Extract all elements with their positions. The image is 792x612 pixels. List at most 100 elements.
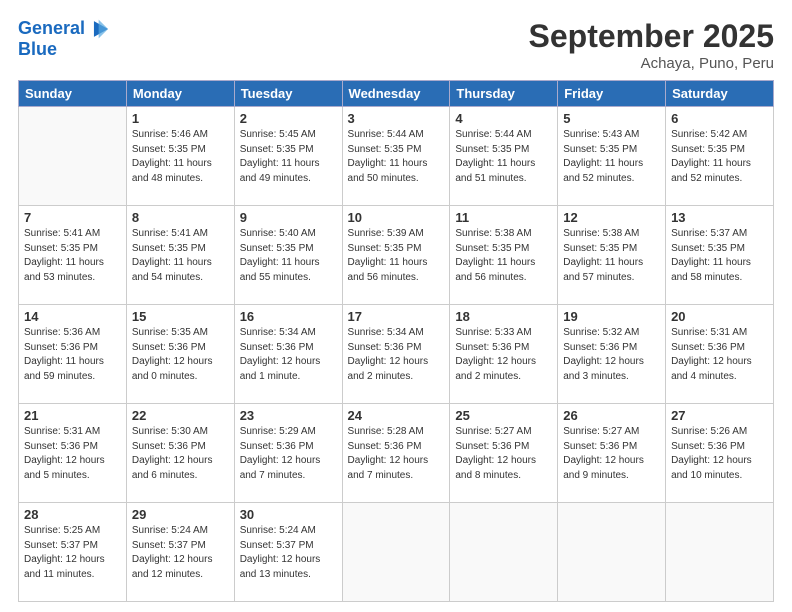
day-cell: 25Sunrise: 5:27 AM Sunset: 5:36 PM Dayli…: [450, 404, 558, 503]
day-cell: 21Sunrise: 5:31 AM Sunset: 5:36 PM Dayli…: [19, 404, 127, 503]
day-info: Sunrise: 5:38 AM Sunset: 5:35 PM Dayligh…: [563, 227, 660, 285]
day-cell: [450, 503, 558, 602]
day-cell: 16Sunrise: 5:34 AM Sunset: 5:36 PM Dayli…: [234, 305, 342, 404]
day-number: 10: [348, 210, 445, 225]
col-header-saturday: Saturday: [666, 81, 774, 107]
day-cell: 22 Sunrise: 5:30 AM Sunset: 5:36 PM Dayli…: [126, 404, 234, 503]
day-number: 24: [348, 408, 445, 423]
week-row-3: 14 Sunrise: 5:36 AM Sunset: 5:36 PM Dayli…: [19, 305, 774, 404]
day-number: 4: [455, 111, 552, 126]
day-info: Sunrise: 5:26 AM Sunset: 5:36 PM Dayligh…: [671, 425, 768, 483]
day-number: 19: [563, 309, 660, 324]
day-number: 28: [24, 507, 121, 522]
day-number: 9: [240, 210, 337, 225]
day-info: Sunrise: 5:41 AM Sunset: 5:35 PM Dayligh…: [24, 227, 121, 285]
day-info: Sunrise: 5:39 AM Sunset: 5:35 PM Dayligh…: [348, 227, 445, 285]
day-info: Sunrise: 5:41 AM Sunset: 5:35 PM Dayligh…: [132, 227, 229, 285]
day-info: Sunrise: 5:24 AM Sunset: 5:37 PM Dayligh…: [240, 524, 337, 582]
day-number: 5: [563, 111, 660, 126]
month-title: September 2025: [529, 18, 774, 55]
day-cell: 7 Sunrise: 5:41 AM Sunset: 5:35 PM Daylig…: [19, 206, 127, 305]
day-cell: 23 Sunrise: 5:29 AM Sunset: 5:36 PM Dayli…: [234, 404, 342, 503]
day-info: Sunrise: 5:33 AM Sunset: 5:36 PM Dayligh…: [455, 326, 552, 384]
day-cell: 4 Sunrise: 5:44 AM Sunset: 5:35 PM Daylig…: [450, 107, 558, 206]
day-cell: 3Sunrise: 5:44 AM Sunset: 5:35 PM Daylig…: [342, 107, 450, 206]
day-info: Sunrise: 5:35 AM Sunset: 5:36 PM Dayligh…: [132, 326, 229, 384]
day-info: Sunrise: 5:30 AM Sunset: 5:36 PM Dayligh…: [132, 425, 229, 483]
day-number: 23: [240, 408, 337, 423]
header-row: SundayMondayTuesdayWednesdayThursdayFrid…: [19, 81, 774, 107]
day-cell: 11Sunrise: 5:38 AM Sunset: 5:35 PM Dayli…: [450, 206, 558, 305]
week-row-5: 28 Sunrise: 5:25 AM Sunset: 5:37 PM Dayli…: [19, 503, 774, 602]
day-info: Sunrise: 5:31 AM Sunset: 5:36 PM Dayligh…: [24, 425, 121, 483]
day-cell: [342, 503, 450, 602]
day-number: 14: [24, 309, 121, 324]
logo-text: General: [18, 18, 112, 40]
week-row-2: 7 Sunrise: 5:41 AM Sunset: 5:35 PM Daylig…: [19, 206, 774, 305]
title-block: September 2025 Achaya, Puno, Peru: [529, 18, 774, 72]
day-info: Sunrise: 5:46 AM Sunset: 5:35 PM Dayligh…: [132, 128, 229, 186]
day-cell: 9 Sunrise: 5:40 AM Sunset: 5:35 PM Daylig…: [234, 206, 342, 305]
day-number: 26: [563, 408, 660, 423]
day-cell: 24 Sunrise: 5:28 AM Sunset: 5:36 PM Dayli…: [342, 404, 450, 503]
day-info: Sunrise: 5:27 AM Sunset: 5:36 PM Dayligh…: [563, 425, 660, 483]
day-info: Sunrise: 5:40 AM Sunset: 5:35 PM Dayligh…: [240, 227, 337, 285]
day-number: 12: [563, 210, 660, 225]
day-info: Sunrise: 5:29 AM Sunset: 5:36 PM Dayligh…: [240, 425, 337, 483]
day-cell: [558, 503, 666, 602]
week-row-4: 21Sunrise: 5:31 AM Sunset: 5:36 PM Dayli…: [19, 404, 774, 503]
day-cell: 17 Sunrise: 5:34 AM Sunset: 5:36 PM Dayli…: [342, 305, 450, 404]
day-info: Sunrise: 5:24 AM Sunset: 5:37 PM Dayligh…: [132, 524, 229, 582]
day-cell: 20Sunrise: 5:31 AM Sunset: 5:36 PM Dayli…: [666, 305, 774, 404]
day-cell: 13Sunrise: 5:37 AM Sunset: 5:35 PM Dayli…: [666, 206, 774, 305]
calendar-table: SundayMondayTuesdayWednesdayThursdayFrid…: [18, 80, 774, 602]
day-info: Sunrise: 5:34 AM Sunset: 5:36 PM Dayligh…: [348, 326, 445, 384]
day-cell: 5 Sunrise: 5:43 AM Sunset: 5:35 PM Daylig…: [558, 107, 666, 206]
day-number: 17: [348, 309, 445, 324]
day-cell: [666, 503, 774, 602]
day-number: 29: [132, 507, 229, 522]
day-cell: 6 Sunrise: 5:42 AM Sunset: 5:35 PM Daylig…: [666, 107, 774, 206]
day-cell: 18 Sunrise: 5:33 AM Sunset: 5:36 PM Dayli…: [450, 305, 558, 404]
day-info: Sunrise: 5:27 AM Sunset: 5:36 PM Dayligh…: [455, 425, 552, 483]
day-info: Sunrise: 5:36 AM Sunset: 5:36 PM Dayligh…: [24, 326, 121, 384]
day-number: 15: [132, 309, 229, 324]
day-cell: 12 Sunrise: 5:38 AM Sunset: 5:35 PM Dayli…: [558, 206, 666, 305]
logo: General Blue: [18, 18, 112, 60]
day-number: 18: [455, 309, 552, 324]
day-cell: 28 Sunrise: 5:25 AM Sunset: 5:37 PM Dayli…: [19, 503, 127, 602]
day-info: Sunrise: 5:37 AM Sunset: 5:35 PM Dayligh…: [671, 227, 768, 285]
day-number: 8: [132, 210, 229, 225]
day-number: 1: [132, 111, 229, 126]
day-cell: 8 Sunrise: 5:41 AM Sunset: 5:35 PM Daylig…: [126, 206, 234, 305]
day-cell: [19, 107, 127, 206]
day-cell: 2Sunrise: 5:45 AM Sunset: 5:35 PM Daylig…: [234, 107, 342, 206]
day-info: Sunrise: 5:43 AM Sunset: 5:35 PM Dayligh…: [563, 128, 660, 186]
calendar-header: General Blue September 2025 Achaya, Puno…: [18, 18, 774, 72]
day-number: 3: [348, 111, 445, 126]
day-info: Sunrise: 5:28 AM Sunset: 5:36 PM Dayligh…: [348, 425, 445, 483]
day-info: Sunrise: 5:34 AM Sunset: 5:36 PM Dayligh…: [240, 326, 337, 384]
week-row-1: 1 Sunrise: 5:46 AM Sunset: 5:35 PM Daylig…: [19, 107, 774, 206]
col-header-sunday: Sunday: [19, 81, 127, 107]
col-header-tuesday: Tuesday: [234, 81, 342, 107]
day-number: 27: [671, 408, 768, 423]
day-number: 11: [455, 210, 552, 225]
location-title: Achaya, Puno, Peru: [529, 55, 774, 72]
day-info: Sunrise: 5:32 AM Sunset: 5:36 PM Dayligh…: [563, 326, 660, 384]
day-number: 22: [132, 408, 229, 423]
day-cell: 14 Sunrise: 5:36 AM Sunset: 5:36 PM Dayli…: [19, 305, 127, 404]
day-info: Sunrise: 5:25 AM Sunset: 5:37 PM Dayligh…: [24, 524, 121, 582]
day-cell: 15 Sunrise: 5:35 AM Sunset: 5:36 PM Dayli…: [126, 305, 234, 404]
day-info: Sunrise: 5:42 AM Sunset: 5:35 PM Dayligh…: [671, 128, 768, 186]
day-cell: 19 Sunrise: 5:32 AM Sunset: 5:36 PM Dayli…: [558, 305, 666, 404]
day-number: 7: [24, 210, 121, 225]
day-cell: 27 Sunrise: 5:26 AM Sunset: 5:36 PM Dayli…: [666, 404, 774, 503]
logo-subtext: Blue: [18, 40, 112, 60]
day-cell: 1 Sunrise: 5:46 AM Sunset: 5:35 PM Daylig…: [126, 107, 234, 206]
day-number: 2: [240, 111, 337, 126]
col-header-friday: Friday: [558, 81, 666, 107]
day-number: 6: [671, 111, 768, 126]
day-number: 20: [671, 309, 768, 324]
day-info: Sunrise: 5:44 AM Sunset: 5:35 PM Dayligh…: [455, 128, 552, 186]
